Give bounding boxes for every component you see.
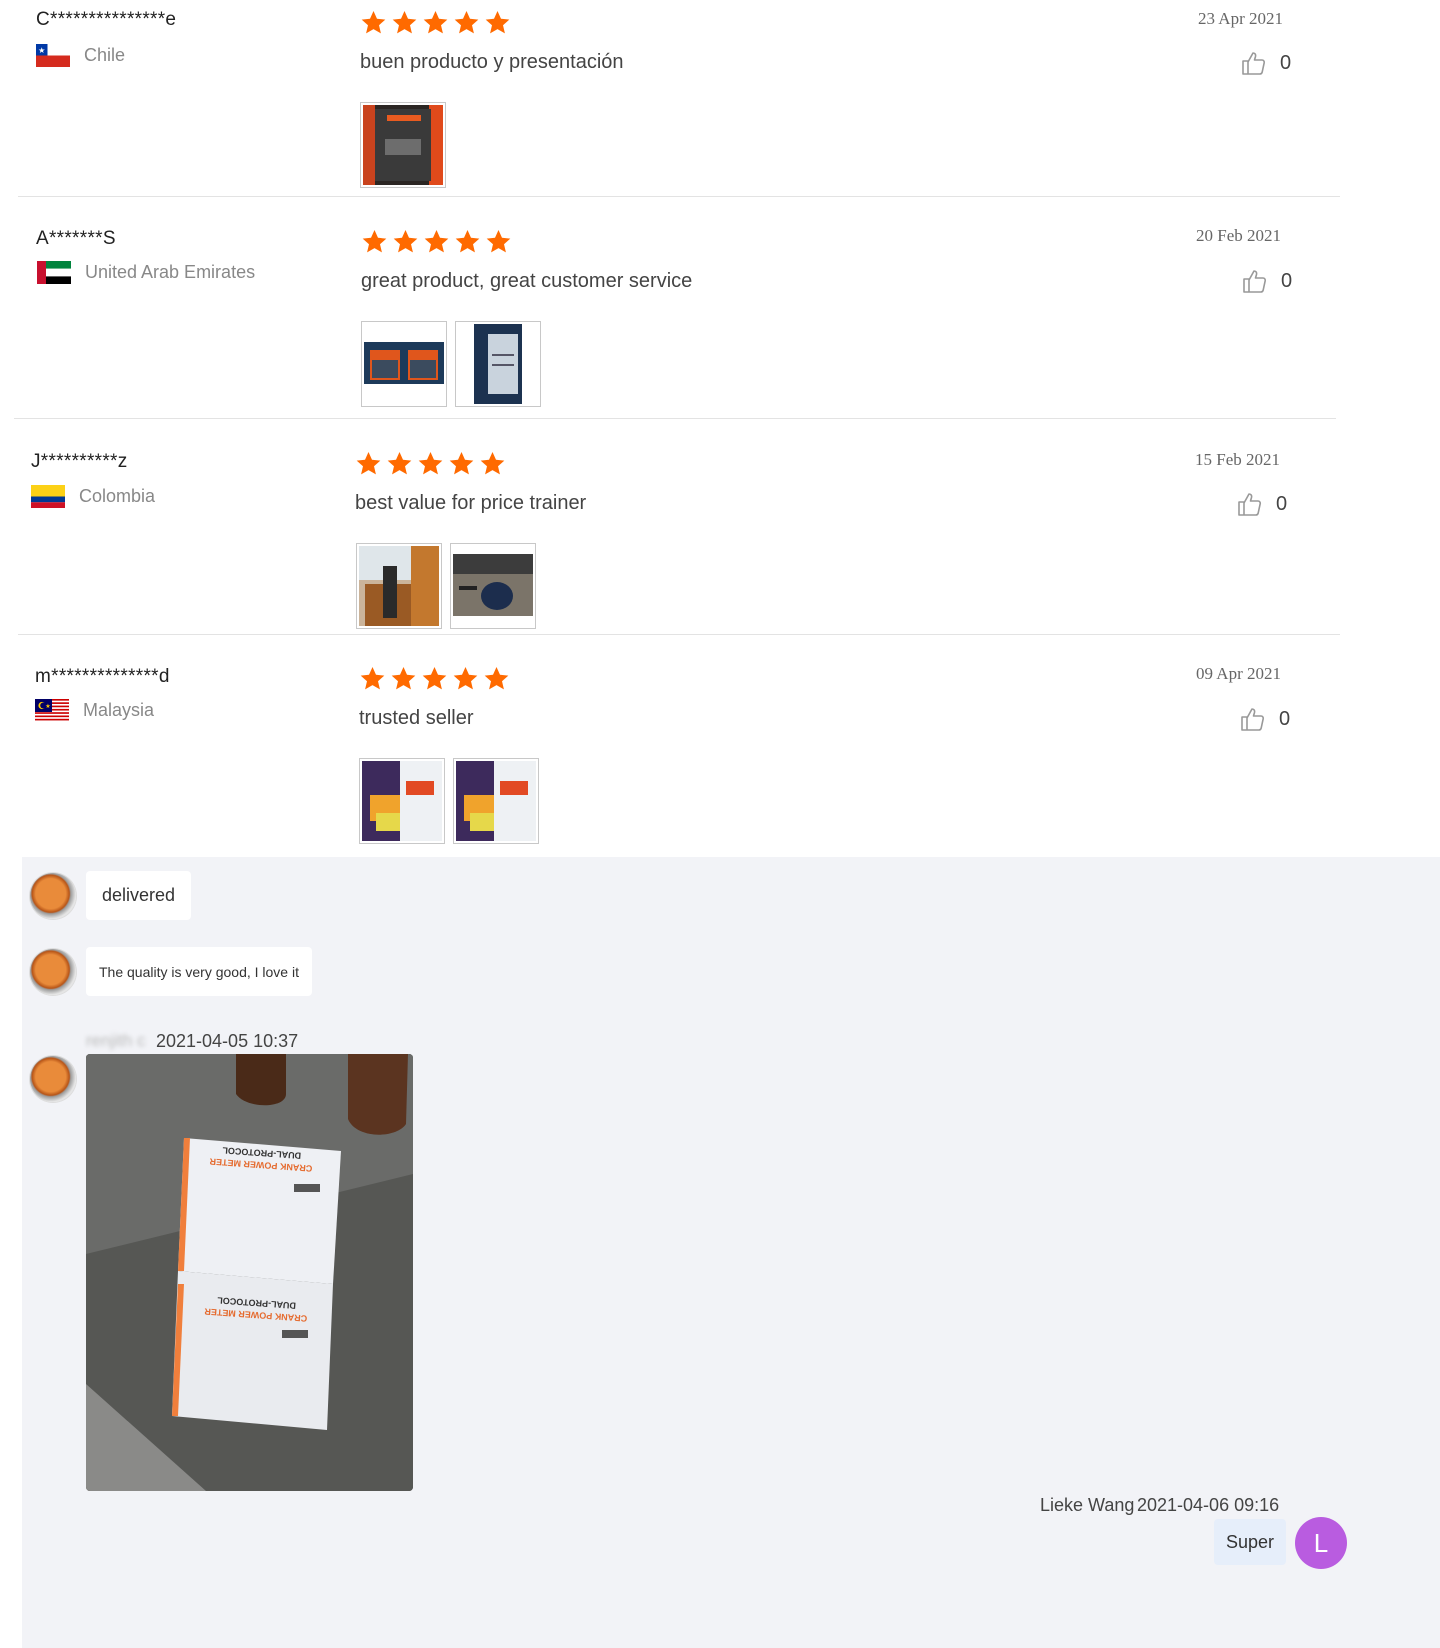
review-divider	[14, 418, 1336, 419]
like-count: 0	[1279, 707, 1291, 730]
flag-uae-icon	[37, 261, 71, 284]
product-photo	[362, 761, 442, 841]
reviewer-country: ★ Chile	[36, 44, 125, 67]
chat-message-text: Super	[1225, 1531, 1275, 1552]
reviewer-country: ★ Malaysia	[35, 699, 154, 722]
chat-sender-name: renjith c	[86, 1031, 146, 1050]
star-icon	[391, 667, 416, 690]
star-icon	[422, 667, 447, 690]
star-icon	[392, 11, 417, 34]
reviewer-name: J**********z	[31, 451, 128, 472]
product-photo	[453, 546, 533, 626]
chat-message-bubble: The quality is very good, I love it	[86, 947, 312, 996]
star-icon	[362, 230, 387, 253]
rating-stars	[355, 450, 506, 477]
delivered-package-photo: CRANK POWER METER DUAL-PROTOCOL CRANK PO…	[86, 1054, 413, 1491]
review-image-thumbnail[interactable]	[450, 543, 536, 629]
review-image-thumbnail[interactable]	[359, 758, 445, 844]
star-icon	[424, 230, 449, 253]
country-label: Malaysia	[83, 700, 155, 720]
star-icon	[485, 11, 510, 34]
star-icon	[423, 11, 448, 34]
seller-name: Lieke Wang	[1040, 1495, 1135, 1515]
star-icon	[453, 667, 478, 690]
rating-stars	[360, 9, 511, 36]
flag-chile-icon: ★	[36, 44, 70, 67]
product-photo	[363, 105, 443, 185]
country-label: Chile	[84, 45, 126, 65]
like-button[interactable]: 0	[1241, 267, 1292, 295]
buyer-avatar	[30, 873, 76, 919]
star-icon	[418, 452, 443, 475]
buyer-avatar	[30, 1056, 76, 1102]
review-date: 15 Feb 2021	[1195, 450, 1280, 469]
chat-message-bubble: delivered	[86, 871, 192, 920]
svg-text:★: ★	[38, 46, 45, 55]
buyer-avatar	[30, 949, 76, 995]
review-date: 23 Apr 2021	[1198, 9, 1283, 28]
flag-colombia-icon	[31, 485, 65, 508]
chat-message-time: 2021-04-05 10:37	[156, 1031, 299, 1051]
reviewer-name: C***************e	[36, 9, 177, 30]
svg-text:★: ★	[45, 703, 50, 710]
star-icon	[361, 11, 386, 34]
rating-stars	[359, 665, 510, 692]
like-count: 0	[1281, 269, 1293, 292]
review-image-thumbnail[interactable]	[356, 543, 442, 629]
star-icon	[486, 230, 511, 253]
star-icon	[387, 452, 412, 475]
review-date: 09 Apr 2021	[1196, 664, 1281, 683]
avatar-letter: L	[1313, 1527, 1329, 1558]
reviewer-name: A*******S	[36, 228, 116, 249]
review-text: buen producto y presentación	[360, 51, 624, 73]
chat-photo-message[interactable]: CRANK POWER METER DUAL-PROTOCOL CRANK PO…	[86, 1054, 413, 1491]
chat-message-time: 2021-04-06 09:16	[1137, 1495, 1280, 1515]
country-label: United Arab Emirates	[85, 262, 256, 282]
review-divider	[18, 196, 1340, 197]
review-image-thumbnail[interactable]	[455, 321, 541, 407]
star-icon	[449, 452, 474, 475]
product-photo	[456, 761, 536, 841]
product-photo	[364, 324, 444, 404]
like-button[interactable]: 0	[1240, 49, 1291, 77]
star-icon	[360, 667, 385, 690]
reviewer-country: United Arab Emirates	[37, 261, 255, 284]
review-image-thumbnail[interactable]	[453, 758, 539, 844]
like-count: 0	[1276, 492, 1288, 515]
chat-message-text: delivered	[102, 885, 176, 905]
product-photo	[458, 324, 538, 404]
star-icon	[454, 11, 479, 34]
thumbs-up-icon	[1243, 270, 1267, 293]
country-label: Colombia	[79, 486, 156, 506]
seller-avatar: L	[1295, 1517, 1347, 1569]
star-icon	[480, 452, 505, 475]
like-count: 0	[1280, 51, 1292, 74]
review-date: 20 Feb 2021	[1196, 226, 1281, 245]
review-text: best value for price trainer	[355, 492, 587, 514]
like-button[interactable]: 0	[1239, 705, 1290, 733]
thumbs-up-icon	[1242, 52, 1266, 75]
star-icon	[484, 667, 509, 690]
thumbs-up-icon	[1241, 708, 1265, 731]
review-text: great product, great customer service	[361, 270, 693, 292]
chat-reply-bubble: Super	[1214, 1519, 1286, 1565]
review-text: trusted seller	[359, 707, 474, 729]
review-image-thumbnail[interactable]	[361, 321, 447, 407]
chat-message-text: The quality is very good, I love it	[99, 963, 299, 980]
reviewer-country: Colombia	[31, 485, 155, 508]
review-divider	[18, 634, 1340, 635]
reviewer-name: m**************d	[35, 666, 170, 687]
flag-malaysia-icon: ★	[35, 699, 69, 722]
star-icon	[455, 230, 480, 253]
thumbs-up-icon	[1238, 493, 1262, 516]
product-photo	[359, 546, 439, 626]
review-image-thumbnail[interactable]	[360, 102, 446, 188]
like-button[interactable]: 0	[1236, 490, 1287, 518]
rating-stars	[361, 228, 512, 255]
star-icon	[393, 230, 418, 253]
star-icon	[356, 452, 381, 475]
